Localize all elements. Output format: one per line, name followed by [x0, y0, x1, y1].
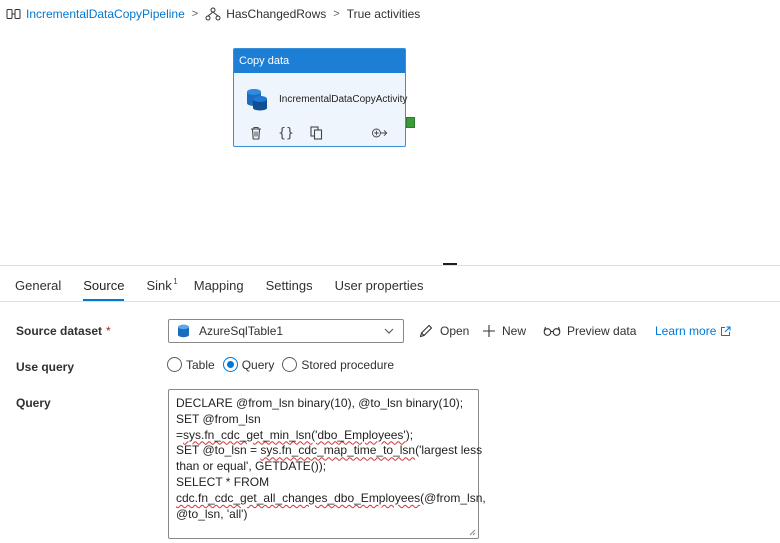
sql-database-icon: [178, 324, 189, 338]
tab-source[interactable]: Source: [83, 274, 125, 301]
query-label: Query: [16, 396, 51, 410]
radio-table[interactable]: Table: [167, 357, 215, 372]
breadcrumb-separator: >: [191, 8, 199, 20]
query-line: DECLARE @from_lsn binary(10), @to_lsn bi…: [176, 396, 464, 410]
spelling-squiggle: cdc.fn_cdc_get_all_changes_dbo_Employees: [176, 490, 421, 505]
query-line: @to_lsn, 'all'): [176, 506, 248, 521]
add-output-icon[interactable]: [372, 125, 388, 141]
plus-icon: [483, 325, 495, 337]
spelling-squiggle: sys.fn_cdc_map_time_to_lsn: [260, 443, 416, 458]
tab-sink[interactable]: Sink 1: [146, 274, 177, 300]
radio-circle: [167, 357, 182, 372]
query-line: SELECT * FROM: [176, 474, 270, 489]
glasses-icon: [543, 326, 561, 336]
query-line: cdc.fn_cdc_get_all_changes_dbo_Employees…: [176, 490, 486, 505]
tabs-divider: [0, 301, 780, 302]
use-query-label: Use query: [16, 360, 75, 374]
source-dataset-value: AzureSqlTable1: [199, 324, 284, 338]
radio-stored-procedure[interactable]: Stored procedure: [282, 357, 394, 372]
open-dataset-button[interactable]: Open: [418, 321, 469, 341]
radio-circle: [282, 357, 298, 372]
panel-divider: [0, 265, 780, 266]
radio-query[interactable]: Query: [222, 357, 274, 372]
pencil-icon: [419, 324, 433, 338]
spelling-squiggle: sys.fn_cdc_get_min_lsn('dbo_Employees': [183, 427, 406, 442]
resize-grip-icon[interactable]: [468, 528, 476, 536]
activity-name: IncrementalDataCopyActivity: [279, 94, 408, 105]
query-line: =sys.fn_cdc_get_min_lsn('dbo_Employees')…: [176, 427, 414, 442]
breadcrumb-current: True activities: [346, 7, 421, 21]
breadcrumb-pipeline-link[interactable]: IncrementalDataCopyPipeline: [26, 7, 185, 21]
use-query-radio-group: Table Query Stored procedure: [167, 357, 402, 372]
source-dataset-dropdown[interactable]: AzureSqlTable1: [168, 319, 404, 343]
activity-toolbar: {}: [248, 125, 388, 141]
database-stack-icon: [247, 89, 267, 111]
sink-error-badge: 1: [173, 277, 178, 286]
preview-data-button[interactable]: Preview data: [543, 321, 636, 341]
tab-user-properties[interactable]: User properties: [335, 274, 424, 300]
required-marker: *: [106, 324, 111, 338]
tab-general[interactable]: General: [15, 274, 61, 300]
tab-mapping[interactable]: Mapping: [194, 274, 244, 300]
activity-type-label: Copy data: [239, 55, 290, 67]
chevron-down-icon: [384, 328, 394, 334]
copy-data-activity-card[interactable]: Copy data IncrementalDataCopyActivity {}: [233, 48, 415, 147]
properties-tabs: General Source Sink 1 Mapping Settings Us…: [15, 274, 445, 301]
radio-circle: [222, 357, 238, 372]
if-condition-icon: [205, 7, 221, 21]
source-dataset-label: Source dataset *: [16, 324, 111, 338]
query-line: SET @from_lsn: [176, 411, 261, 426]
query-textarea[interactable]: DECLARE @from_lsn binary(10), @to_lsn bi…: [168, 389, 486, 539]
learn-more-link[interactable]: Learn more: [655, 324, 731, 338]
breadcrumb-condition-link[interactable]: HasChangedRows: [226, 7, 326, 21]
query-line: than or equal', GETDATE());: [176, 459, 327, 474]
copy-icon[interactable]: [308, 125, 324, 141]
pipeline-icon: [6, 9, 21, 19]
external-link-icon: [721, 326, 731, 336]
breadcrumb: IncrementalDataCopyPipeline > HasChanged…: [6, 6, 420, 22]
activity-type-header: Copy data: [234, 49, 405, 73]
query-line: SET @to_lsn = sys.fn_cdc_map_time_to_lsn…: [176, 443, 483, 458]
delete-icon[interactable]: [248, 125, 264, 141]
new-dataset-button[interactable]: New: [482, 321, 526, 341]
breadcrumb-separator: >: [333, 8, 340, 20]
success-output-port[interactable]: [406, 117, 415, 128]
tab-settings[interactable]: Settings: [266, 274, 313, 300]
code-braces-icon[interactable]: {}: [278, 125, 294, 141]
